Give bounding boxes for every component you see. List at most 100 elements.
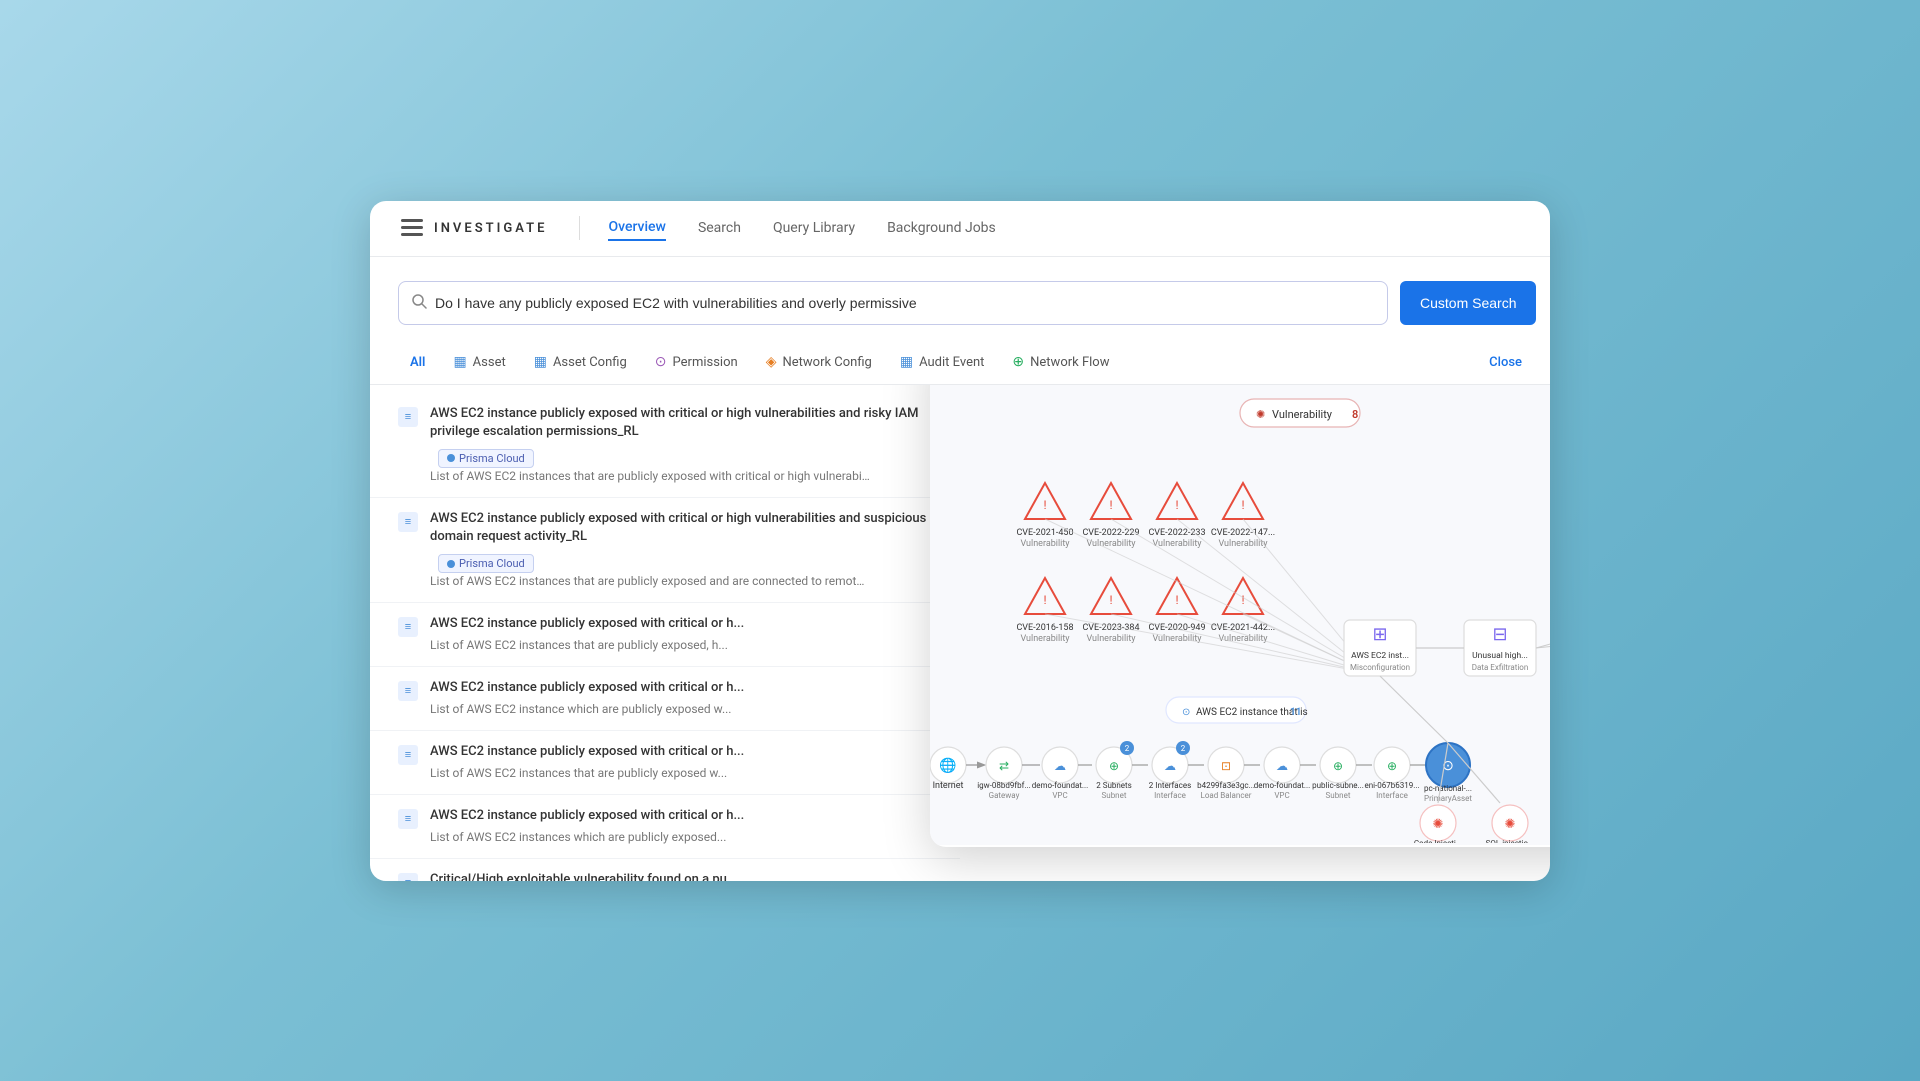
network-flow-overlay: Network Flow ⤢ ✺ Vulnerability 8: [930, 385, 1550, 847]
close-button[interactable]: Close: [1489, 355, 1522, 370]
svg-text:!: !: [1043, 593, 1046, 607]
nav-query-library[interactable]: Query Library: [773, 216, 855, 240]
svg-text:pc-national-...: pc-national-...: [1424, 784, 1472, 793]
prisma-badge: Prisma Cloud: [438, 554, 534, 573]
svg-text:PrimaryAsset: PrimaryAsset: [1424, 794, 1472, 803]
svg-text:!: !: [1109, 498, 1112, 512]
svg-text:Interface: Interface: [1154, 791, 1186, 800]
result-description: List of AWS EC2 instances that are publi…: [430, 765, 870, 782]
svg-text:11: 11: [1290, 707, 1301, 718]
result-content: AWS EC2 instance publicly exposed with c…: [430, 405, 932, 485]
filter-all[interactable]: All: [398, 349, 437, 376]
search-bar: [398, 281, 1388, 325]
result-content: AWS EC2 instance publicly exposed with c…: [430, 615, 932, 654]
svg-text:Unusual high...: Unusual high...: [1472, 651, 1528, 661]
svg-text:CVE-2022-147...: CVE-2022-147...: [1211, 528, 1275, 538]
filter-network-flow[interactable]: ⊕ Network Flow: [1000, 348, 1121, 376]
svg-text:⊕: ⊕: [1109, 759, 1119, 773]
asset-icon: ▦: [453, 354, 466, 370]
svg-text:Vulnerability: Vulnerability: [1020, 539, 1070, 549]
svg-text:SQL injectio...: SQL injectio...: [1486, 839, 1535, 843]
nav-overview[interactable]: Overview: [608, 215, 665, 241]
svg-text:b4299fa3e3gc...: b4299fa3e3gc...: [1197, 781, 1255, 790]
svg-text:Load Balancer: Load Balancer: [1201, 791, 1252, 800]
result-content: AWS EC2 instance publicly exposed with c…: [430, 679, 932, 718]
list-item[interactable]: ≡ AWS EC2 instance publicly exposed with…: [370, 498, 960, 603]
svg-text:⊡: ⊡: [1221, 759, 1231, 773]
result-title: Critical/High exploitable vulnerability …: [430, 871, 850, 881]
result-icon: ≡: [398, 681, 418, 701]
svg-text:!: !: [1175, 498, 1178, 512]
list-item[interactable]: ≡ AWS EC2 instance publicly exposed with…: [370, 603, 960, 667]
svg-text:VPC: VPC: [1274, 791, 1289, 800]
prisma-dot: [447, 454, 455, 462]
network-flow-body: ✺ Vulnerability 8 ⤢: [930, 385, 1550, 845]
svg-text:☁: ☁: [1054, 759, 1066, 773]
nav-links: Overview Search Query Library Background…: [608, 215, 995, 241]
svg-text:!: !: [1175, 593, 1178, 607]
svg-text:Data Exfiltration: Data Exfiltration: [1472, 663, 1529, 672]
results-area: ≡ AWS EC2 instance publicly exposed with…: [370, 385, 1550, 881]
svg-text:⊟: ⊟: [1492, 624, 1507, 645]
svg-text:Vulnerability: Vulnerability: [1152, 539, 1202, 549]
result-icon: ≡: [398, 407, 418, 427]
filter-audit-event[interactable]: ▦ Audit Event: [888, 348, 997, 376]
svg-text:⊕: ⊕: [1333, 759, 1343, 773]
main-card: INVESTIGATE Overview Search Query Librar…: [370, 201, 1550, 881]
result-title: AWS EC2 instance publicly exposed with c…: [430, 807, 850, 825]
custom-search-button[interactable]: Custom Search: [1400, 281, 1536, 325]
filter-asset[interactable]: ▦ Asset: [441, 348, 517, 376]
result-icon: ≡: [398, 809, 418, 829]
svg-text:Subnet: Subnet: [1102, 791, 1127, 800]
svg-text:!: !: [1241, 498, 1244, 512]
list-item[interactable]: ≡ AWS EC2 instance publicly exposed with…: [370, 795, 960, 859]
top-nav: INVESTIGATE Overview Search Query Librar…: [370, 201, 1550, 257]
svg-text:Vulnerability: Vulnerability: [1272, 408, 1333, 421]
svg-text:⊕: ⊕: [1387, 759, 1397, 773]
svg-text:AWS EC2 inst...: AWS EC2 inst...: [1351, 651, 1409, 661]
list-item[interactable]: ≡ AWS EC2 instance publicly exposed with…: [370, 667, 960, 731]
svg-text:Vulnerability: Vulnerability: [1152, 634, 1202, 644]
network-flow-svg: ✺ Vulnerability 8 ⤢: [930, 385, 1550, 843]
svg-text:igw-08bd9fbf...: igw-08bd9fbf...: [977, 781, 1031, 790]
svg-text:Vulnerability: Vulnerability: [1020, 634, 1070, 644]
nav-search[interactable]: Search: [698, 216, 741, 240]
svg-text:⇄: ⇄: [999, 759, 1009, 773]
svg-text:⊙: ⊙: [1182, 707, 1190, 718]
svg-text:VPC: VPC: [1052, 791, 1067, 800]
result-content: Critical/High exploitable vulnerability …: [430, 871, 932, 881]
result-icon: ≡: [398, 873, 418, 881]
svg-text:demo-foundat...: demo-foundat...: [1254, 781, 1311, 790]
nav-background-jobs[interactable]: Background Jobs: [887, 216, 996, 240]
nav-divider: [579, 216, 580, 240]
svg-text:CVE-2021-450: CVE-2021-450: [1016, 528, 1073, 538]
nav-logo: INVESTIGATE: [398, 214, 547, 242]
svg-text:Gateway: Gateway: [989, 791, 1020, 800]
svg-text:✺: ✺: [1433, 817, 1444, 832]
result-icon: ≡: [398, 512, 418, 532]
search-icon: [411, 293, 427, 313]
result-title: AWS EC2 instance publicly exposed with c…: [430, 679, 850, 697]
svg-text:Subnet: Subnet: [1326, 791, 1351, 800]
svg-text:2 Subnets: 2 Subnets: [1096, 781, 1132, 790]
filter-asset-config[interactable]: ▦ Asset Config: [522, 348, 639, 376]
result-content: AWS EC2 instance publicly exposed with c…: [430, 807, 932, 846]
result-icon: ≡: [398, 745, 418, 765]
list-item[interactable]: ≡ Critical/High exploitable vulnerabilit…: [370, 859, 960, 881]
filter-network-config[interactable]: ◈ Network Config: [754, 348, 884, 376]
result-description: List of AWS EC2 instances that are publi…: [430, 573, 870, 590]
svg-text:Vulnerability: Vulnerability: [1086, 539, 1136, 549]
svg-text:2: 2: [1125, 744, 1130, 753]
list-item[interactable]: ≡ AWS EC2 instance publicly exposed with…: [370, 731, 960, 795]
svg-text:Internet: Internet: [933, 781, 964, 791]
result-title: AWS EC2 instance publicly exposed with c…: [430, 743, 850, 761]
search-input[interactable]: [435, 295, 1375, 311]
svg-text:Vulnerability: Vulnerability: [1086, 634, 1136, 644]
result-title: AWS EC2 instance publicly exposed with c…: [430, 615, 850, 633]
filter-permission[interactable]: ⊙ Permission: [643, 348, 750, 376]
svg-text:☁: ☁: [1276, 759, 1288, 773]
svg-text:!: !: [1109, 593, 1112, 607]
svg-text:eni-067b6319...: eni-067b6319...: [1364, 781, 1419, 790]
result-title: AWS EC2 instance publicly exposed with c…: [430, 405, 932, 441]
list-item[interactable]: ≡ AWS EC2 instance publicly exposed with…: [370, 393, 960, 498]
